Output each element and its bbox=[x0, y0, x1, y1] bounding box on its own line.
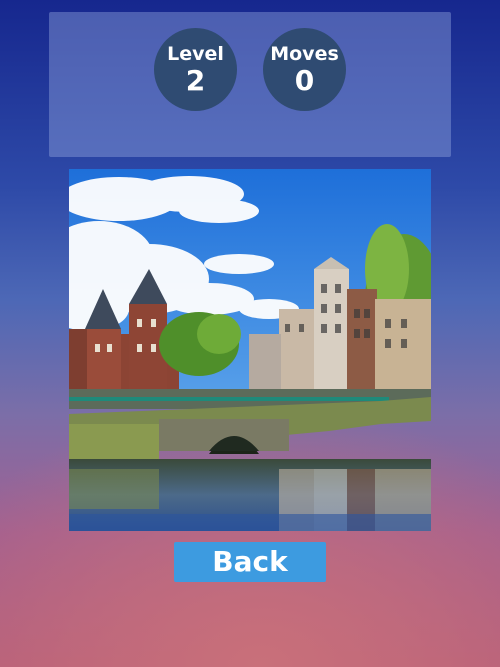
moves-indicator: Moves 0 bbox=[263, 28, 346, 111]
level-label: Level bbox=[167, 42, 224, 65]
level-indicator: Level 2 bbox=[154, 28, 237, 111]
moves-value: 0 bbox=[294, 63, 315, 97]
moves-label: Moves bbox=[270, 42, 339, 65]
back-button[interactable]: Back bbox=[174, 542, 326, 582]
stats-panel: Level 2 Moves 0 bbox=[49, 12, 451, 157]
level-value: 2 bbox=[185, 63, 206, 97]
amsterdam-canal-photo bbox=[69, 169, 431, 531]
puzzle-image[interactable] bbox=[69, 169, 431, 531]
